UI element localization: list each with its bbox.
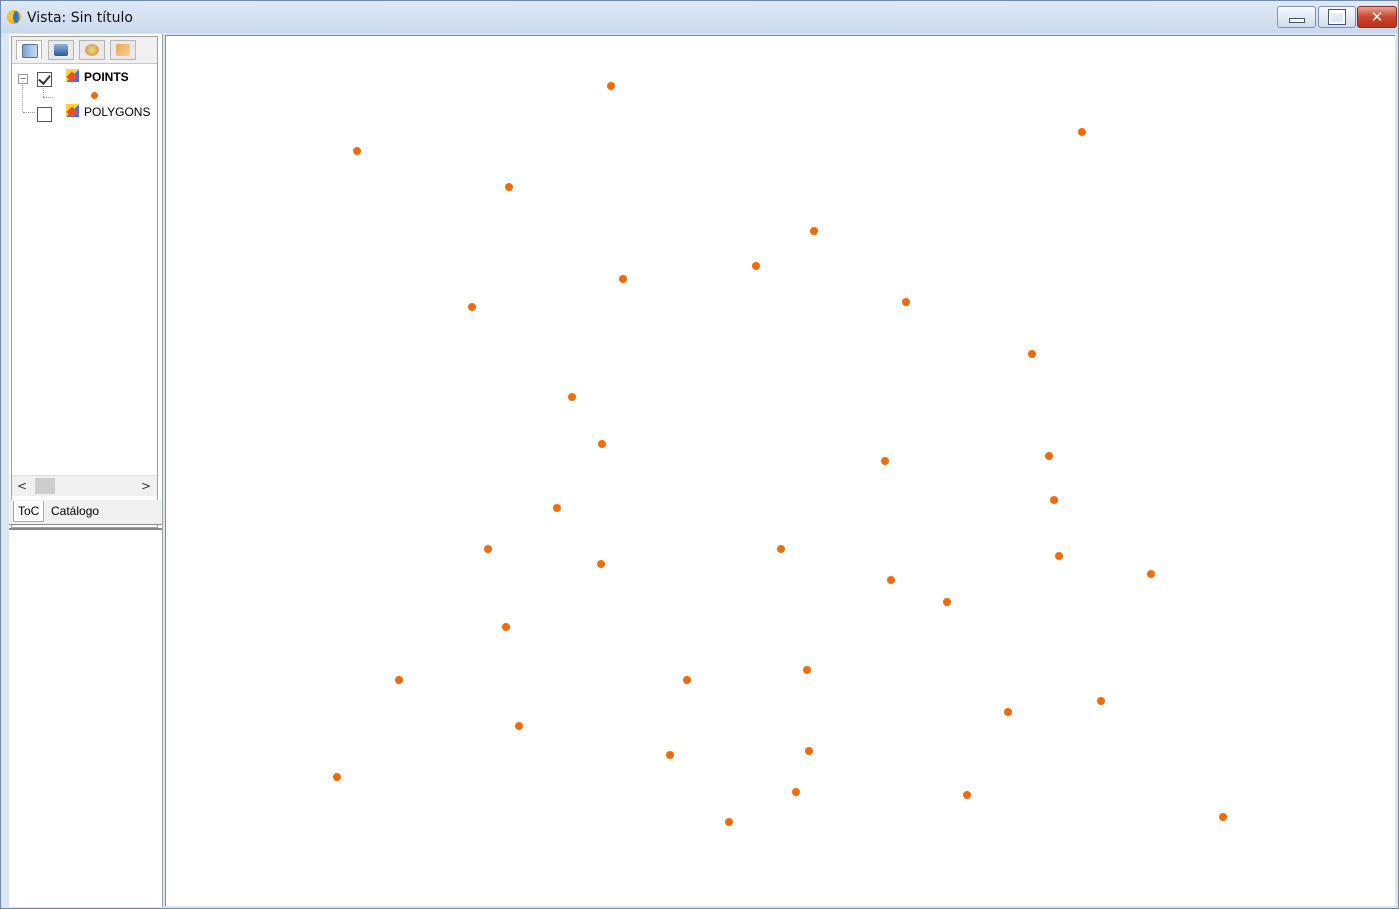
layer-checkbox-polygons[interactable] <box>37 107 52 122</box>
layer-checkbox-points[interactable] <box>37 72 52 87</box>
layers-icon <box>116 44 130 56</box>
catalog-tab[interactable] <box>79 40 105 60</box>
collapse-icon[interactable]: − <box>18 74 28 84</box>
map-point[interactable] <box>395 676 403 684</box>
toc-toolbar <box>12 37 157 64</box>
map-point[interactable] <box>1078 128 1086 136</box>
map-point[interactable] <box>1055 552 1063 560</box>
minimize-button[interactable] <box>1277 6 1316 28</box>
scroll-right-icon[interactable]: > <box>138 478 154 494</box>
map-point[interactable] <box>515 722 523 730</box>
map-point[interactable] <box>607 82 615 90</box>
map-point[interactable] <box>666 751 674 759</box>
map-point[interactable] <box>597 560 605 568</box>
map-point[interactable] <box>803 666 811 674</box>
map-point[interactable] <box>353 147 361 155</box>
map-point[interactable] <box>1004 708 1012 716</box>
tab-toc[interactable]: ToC <box>13 501 45 522</box>
map-point[interactable] <box>1028 350 1036 358</box>
map-canvas[interactable] <box>165 35 1395 906</box>
scroll-left-icon[interactable]: < <box>14 478 30 494</box>
layers-tab[interactable] <box>110 40 136 60</box>
map-point[interactable] <box>683 676 691 684</box>
print-layout-icon <box>54 44 68 56</box>
title-bar[interactable]: Vista: Sin título ✕ <box>1 1 1398 33</box>
map-point[interactable] <box>881 457 889 465</box>
map-point[interactable] <box>725 818 733 826</box>
locator-panel <box>9 531 162 907</box>
minimize-icon <box>1288 18 1305 23</box>
map-point[interactable] <box>553 504 561 512</box>
vector-layer-icon <box>66 69 79 82</box>
toc-view-tab[interactable] <box>16 40 42 60</box>
panel-splitter[interactable] <box>9 528 162 530</box>
close-icon: ✕ <box>1370 8 1384 26</box>
layer-name: POINTS <box>84 70 129 84</box>
map-point[interactable] <box>805 747 813 755</box>
map-point[interactable] <box>1097 697 1105 705</box>
map-point[interactable] <box>887 576 895 584</box>
map-point[interactable] <box>468 303 476 311</box>
map-point[interactable] <box>1219 813 1227 821</box>
map-svg <box>333 82 1227 826</box>
map-point[interactable] <box>619 275 627 283</box>
window-title: Vista: Sin título <box>27 10 133 26</box>
toc-view-icon <box>22 44 38 58</box>
map-point[interactable] <box>1045 452 1053 460</box>
app-logo-icon <box>7 10 21 24</box>
tree-connector <box>43 97 53 98</box>
map-point[interactable] <box>1050 496 1058 504</box>
map-point[interactable] <box>333 773 341 781</box>
app-window: Vista: Sin título ✕ − POINTS POLYGONS < … <box>0 0 1399 909</box>
point-symbol-icon <box>91 92 98 99</box>
map-point[interactable] <box>810 227 818 235</box>
map-point[interactable] <box>963 791 971 799</box>
vector-layer-icon <box>66 104 79 117</box>
map-point[interactable] <box>502 623 510 631</box>
map-point[interactable] <box>752 262 760 270</box>
print-layout-tab[interactable] <box>48 40 74 60</box>
layer-name: POLYGONS <box>84 105 151 119</box>
map-point[interactable] <box>568 393 576 401</box>
map-point[interactable] <box>1147 570 1155 578</box>
layer-row-polygons[interactable]: POLYGONS <box>12 102 157 124</box>
maximize-button[interactable] <box>1318 6 1356 28</box>
panel-tabs: ToC Catálogo <box>9 500 162 525</box>
map-point[interactable] <box>902 298 910 306</box>
map-point[interactable] <box>598 440 606 448</box>
catalog-icon <box>85 44 99 56</box>
map-point[interactable] <box>943 598 951 606</box>
layer-row-points[interactable]: − POINTS <box>12 67 157 89</box>
horizontal-scrollbar[interactable]: < > <box>12 475 157 496</box>
toc-panel: − POINTS POLYGONS < > <box>11 36 158 528</box>
close-button[interactable]: ✕ <box>1357 6 1397 28</box>
left-panel: − POINTS POLYGONS < > ToC Catálogo <box>9 34 163 907</box>
map-point[interactable] <box>505 183 513 191</box>
map-point[interactable] <box>792 788 800 796</box>
scroll-thumb[interactable] <box>35 478 55 494</box>
layer-tree: − POINTS POLYGONS <box>12 65 157 505</box>
map-point[interactable] <box>777 545 785 553</box>
maximize-icon <box>1328 9 1346 25</box>
tab-catalogo[interactable]: Catálogo <box>47 501 103 522</box>
map-point[interactable] <box>484 545 492 553</box>
